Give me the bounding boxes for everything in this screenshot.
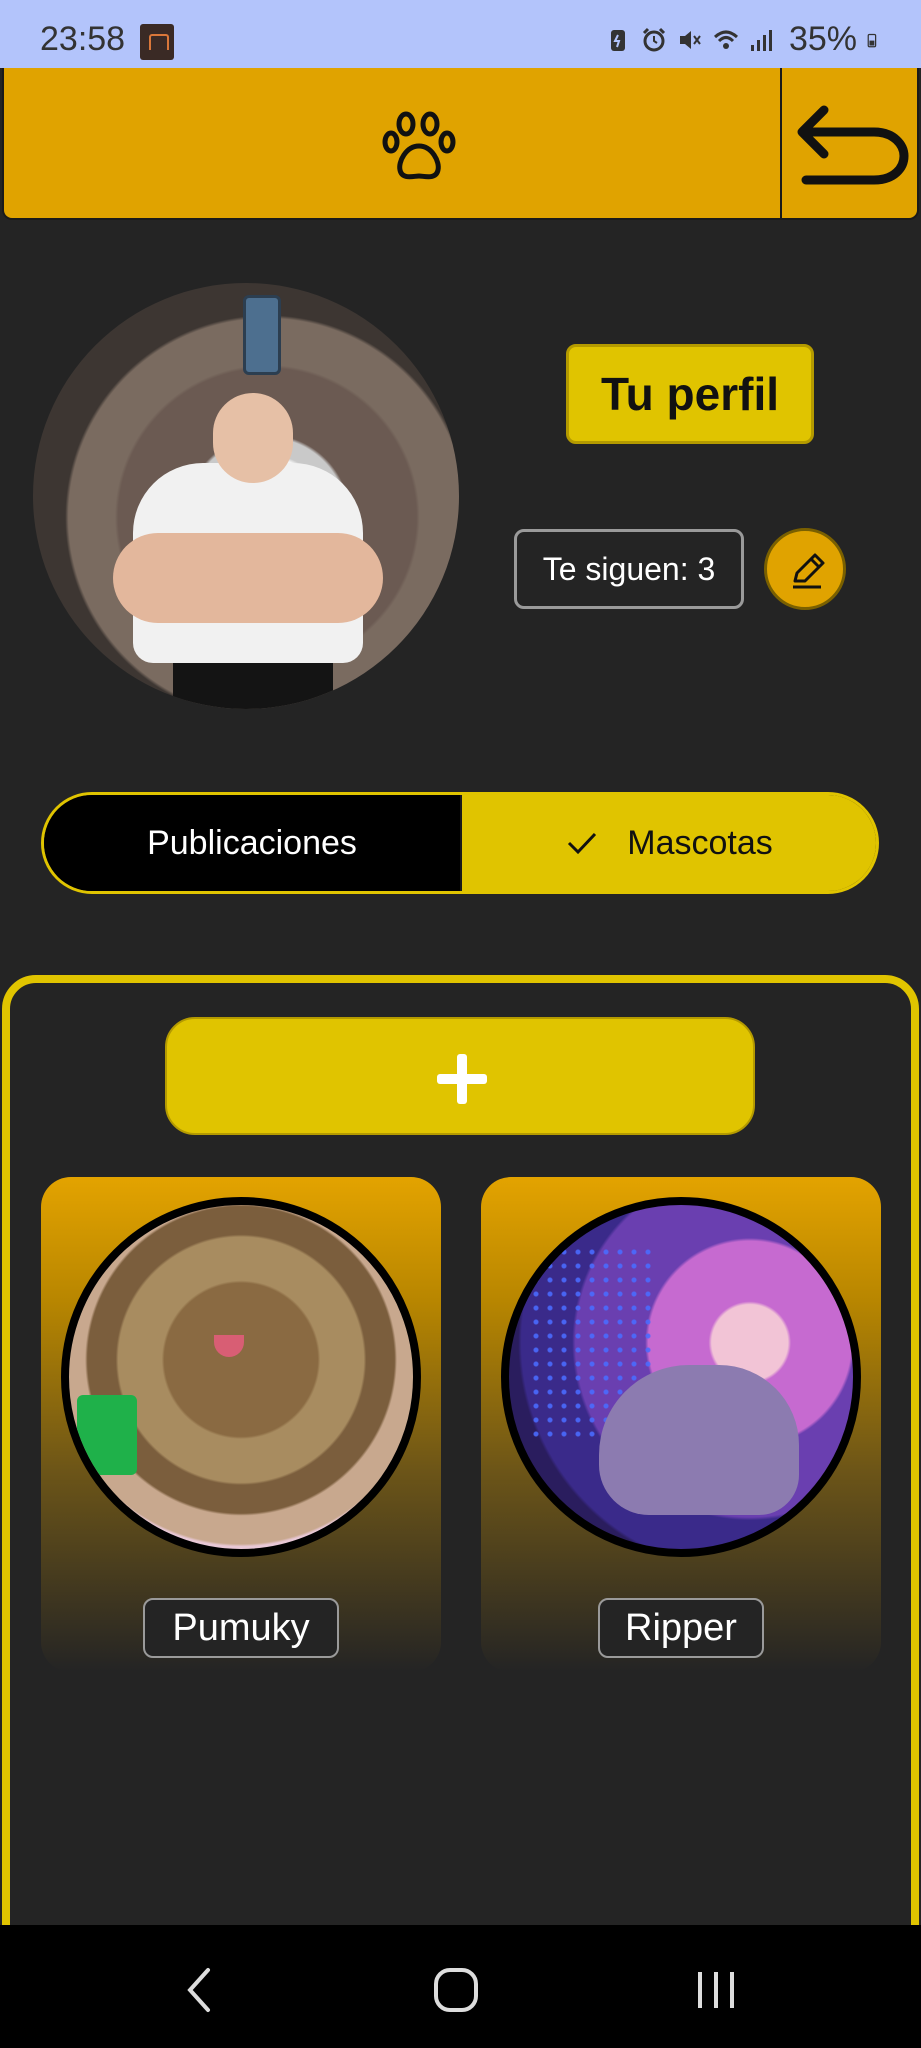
profile-avatar — [33, 283, 459, 709]
pencil-icon — [793, 553, 825, 589]
battery-percent: 35% — [788, 20, 857, 58]
edit-profile-button[interactable] — [764, 528, 846, 610]
status-bar: 23:58 35% — [0, 0, 921, 68]
pet-photo — [61, 1197, 421, 1557]
navigation-bar — [0, 1925, 921, 2048]
tab-publicaciones[interactable]: Publicaciones — [44, 795, 460, 891]
pet-photo — [501, 1197, 861, 1557]
tab-mascotas[interactable]: Mascotas — [460, 795, 876, 891]
app-screen: 23:58 35% Tu perfil Te siguen: 3 Publica… — [0, 0, 921, 2048]
header-divider — [780, 68, 782, 218]
wifi-icon — [713, 30, 738, 49]
tab-mascotas-label: Mascotas — [627, 823, 773, 862]
pet-name: Pumuky — [143, 1598, 339, 1658]
recent-apps-icon[interactable] — [686, 1960, 746, 2020]
app-header — [2, 68, 919, 220]
alarm-icon — [642, 27, 665, 51]
check-icon — [568, 832, 597, 855]
status-time: 23:58 — [40, 20, 126, 58]
app-notification-icon — [140, 24, 174, 60]
undo-arrow-icon[interactable] — [794, 100, 914, 190]
followers-count: Te siguen: 3 — [514, 529, 744, 609]
profile-title: Tu perfil — [566, 344, 814, 444]
mute-icon — [679, 30, 701, 49]
back-icon[interactable] — [170, 1960, 230, 2020]
paw-icon — [382, 111, 456, 180]
pet-name: Ripper — [598, 1598, 764, 1658]
add-pet-button[interactable] — [165, 1017, 755, 1135]
battery-saver-icon — [610, 29, 625, 51]
status-icons: 35% — [605, 20, 883, 59]
pet-card[interactable]: Pumuky — [41, 1177, 441, 1672]
pet-card[interactable]: Ripper — [481, 1177, 881, 1672]
profile-tabs: Publicaciones Mascotas — [41, 792, 879, 894]
tab-publicaciones-label: Publicaciones — [147, 823, 357, 862]
battery-icon — [867, 33, 877, 47]
signal-icon — [750, 29, 772, 51]
home-icon[interactable] — [426, 1960, 486, 2020]
